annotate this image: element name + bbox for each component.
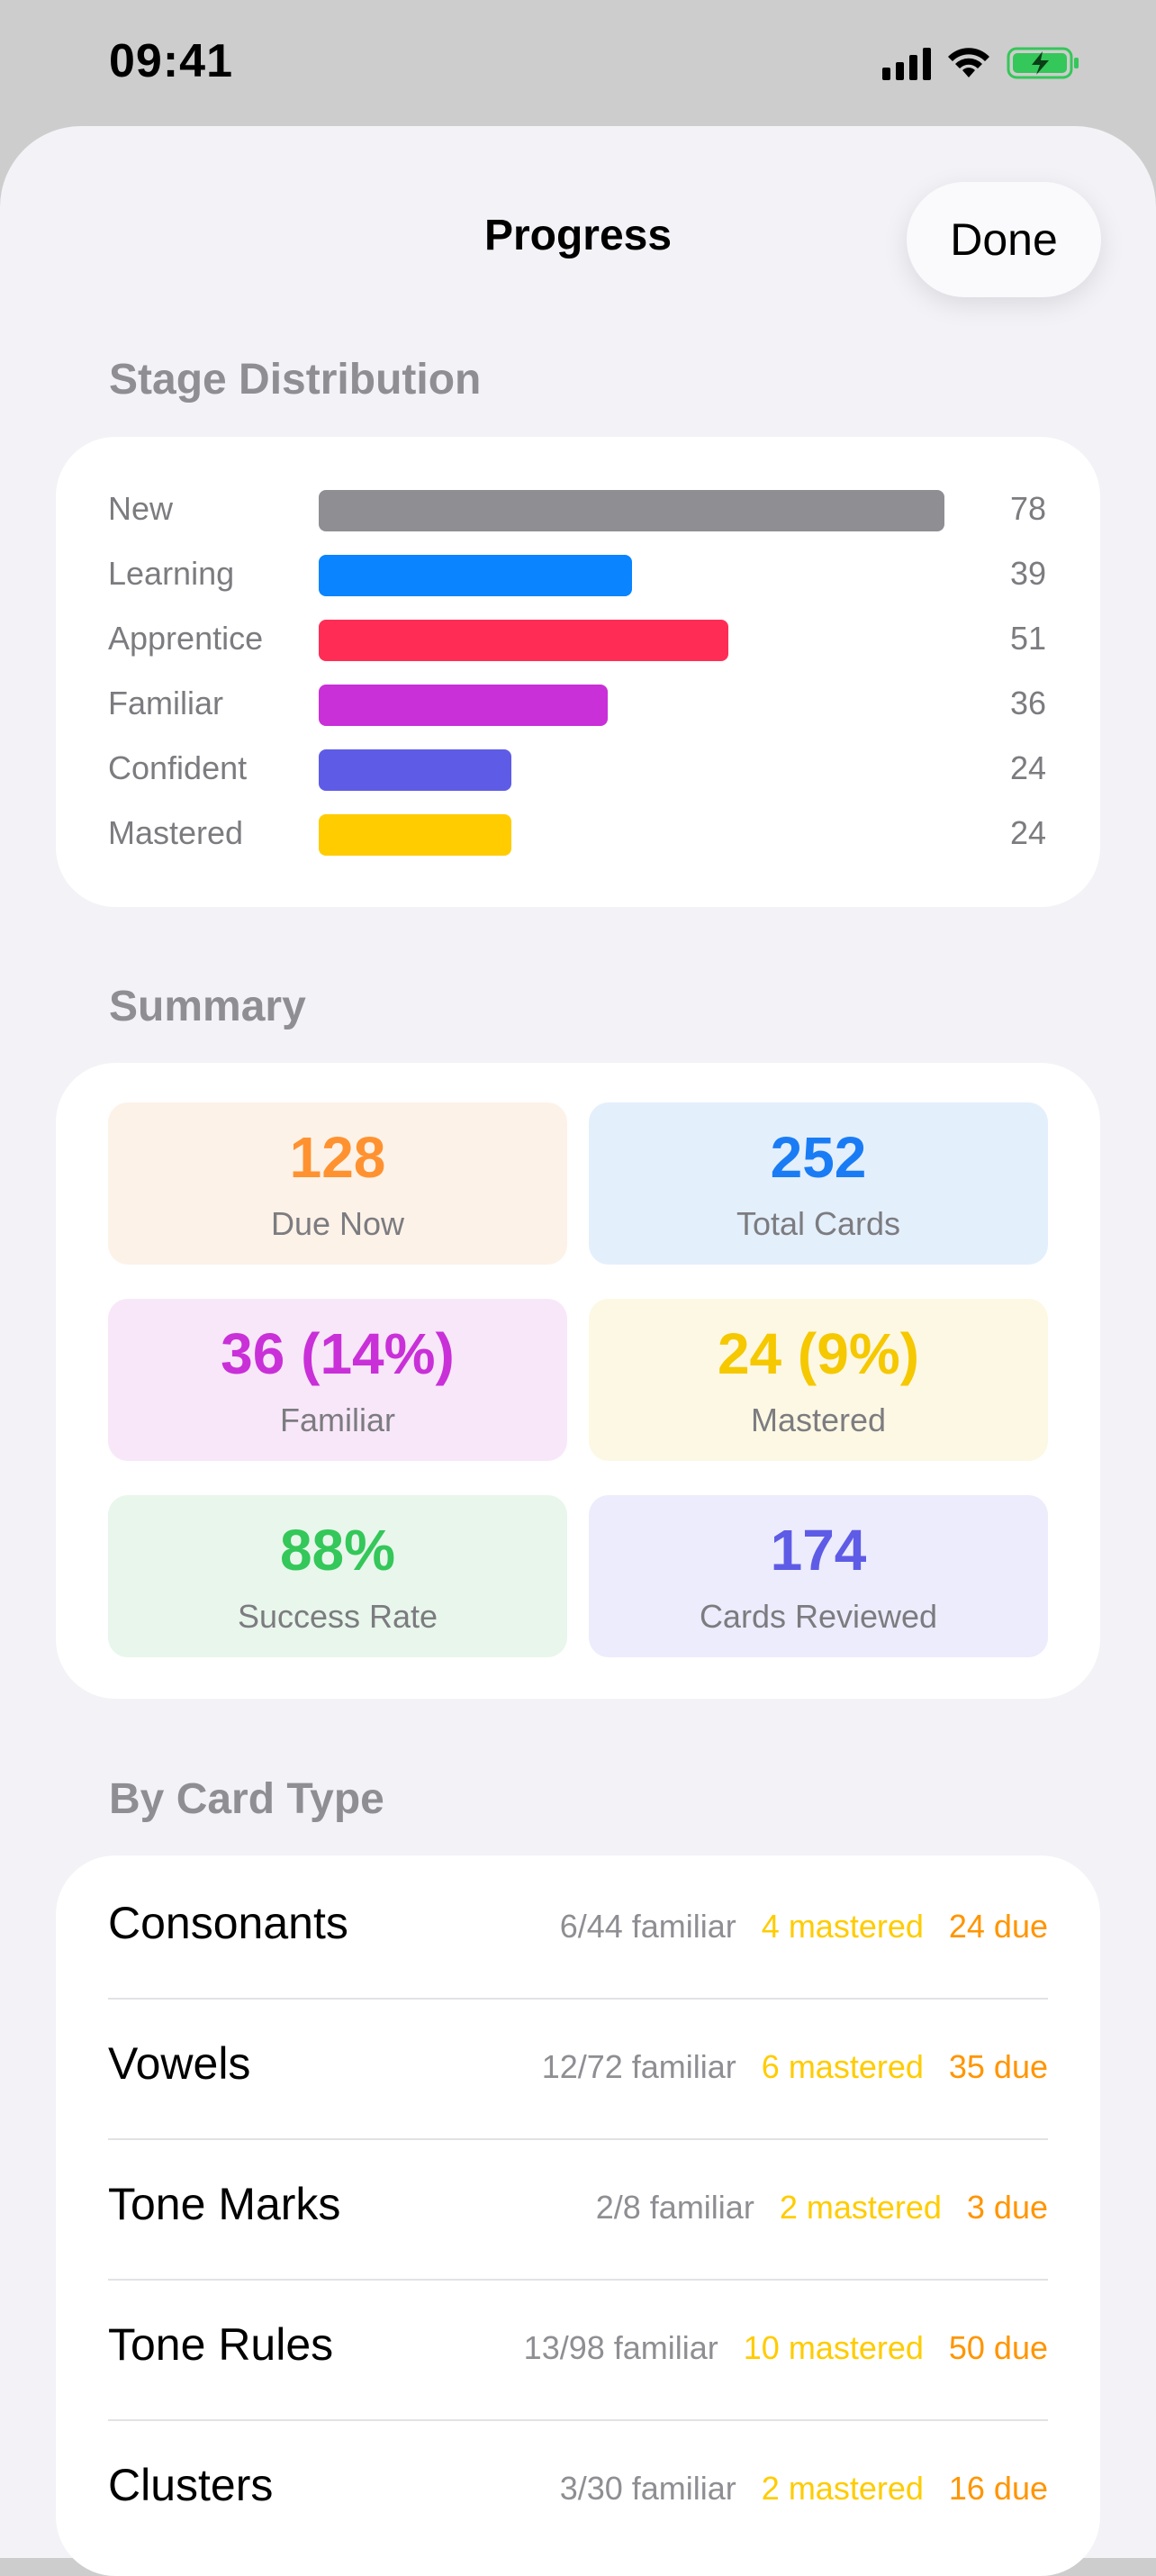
card-type-row[interactable]: Vowels 12/72 familiar 6 mastered 35 due [108, 1998, 1048, 2140]
mastered-count: 6 mastered [761, 2048, 924, 2085]
stage-bar [319, 685, 608, 726]
stage-count: 78 [1009, 490, 1046, 527]
stage-count: 39 [1009, 555, 1046, 592]
card-type-name: Consonants [108, 1898, 348, 1948]
due-count: 24 due [948, 1908, 1048, 1945]
stage-row: Confident 24 [56, 746, 1100, 791]
familiar-count: 2/8 familiar [595, 2189, 754, 2226]
stage-bar [319, 555, 632, 596]
summary-tile: 24 (9%) Mastered [589, 1299, 1048, 1461]
summary-value: 174 [770, 1518, 867, 1583]
mastered-count: 4 mastered [761, 1908, 924, 1945]
stage-bar [319, 749, 511, 791]
due-count: 3 due [966, 2189, 1048, 2226]
due-count: 35 due [948, 2048, 1048, 2085]
card-type-row[interactable]: Tone Marks 2/8 familiar 2 mastered 3 due [108, 2138, 1048, 2281]
familiar-count: 6/44 familiar [559, 1908, 736, 1945]
stage-count: 24 [1009, 749, 1046, 786]
stage-label: New [108, 490, 174, 527]
stage-label: Confident [108, 749, 248, 786]
summary-value: 24 (9%) [717, 1321, 920, 1386]
stage-label: Apprentice [108, 620, 264, 657]
section-header-stage-distribution: Stage Distribution [109, 356, 482, 404]
cellular-signal-icon [882, 46, 931, 80]
stage-label: Learning [108, 555, 235, 592]
stage-count: 36 [1009, 685, 1046, 721]
card-type-stats: 6/44 familiar 4 mastered 24 due [560, 1908, 1048, 1946]
section-header-by-card-type: By Card Type [109, 1775, 384, 1823]
card-type-name: Tone Marks [108, 2179, 341, 2229]
summary-label: Due Now [270, 1205, 405, 1242]
due-count: 50 due [948, 2329, 1048, 2366]
summary-value: 88% [279, 1518, 396, 1583]
stage-row: Learning 39 [56, 551, 1100, 596]
summary-tile: 36 (14%) Familiar [108, 1299, 567, 1461]
card-type-name: Tone Rules [108, 2319, 334, 2370]
card-type-stats: 13/98 familiar 10 mastered 50 due [524, 2329, 1048, 2367]
wifi-icon [948, 48, 989, 77]
summary-tile: 252 Total Cards [589, 1102, 1048, 1265]
stage-row: Apprentice 51 [56, 616, 1100, 661]
stage-bar [319, 620, 728, 661]
familiar-count: 13/98 familiar [523, 2329, 718, 2366]
summary-tile: 128 Due Now [108, 1102, 567, 1265]
summary-label: Cards Reviewed [699, 1598, 938, 1635]
summary-value: 128 [289, 1125, 386, 1190]
summary-tile: 174 Cards Reviewed [589, 1495, 1048, 1657]
card-type-name: Clusters [108, 2460, 274, 2510]
stage-label: Familiar [108, 685, 224, 721]
section-header-summary: Summary [109, 983, 306, 1030]
card-type-row[interactable]: Consonants 6/44 familiar 4 mastered 24 due [108, 1857, 1048, 2000]
stage-row: Familiar 36 [56, 681, 1100, 726]
status-time: 09:41 [109, 35, 233, 87]
stage-bar [319, 814, 511, 856]
stage-label: Mastered [108, 814, 244, 851]
summary-label: Total Cards [736, 1205, 901, 1242]
summary-label: Mastered [750, 1401, 887, 1438]
stage-count: 51 [1009, 620, 1046, 657]
summary-label: Success Rate [237, 1598, 438, 1635]
card-type-stats: 2/8 familiar 2 mastered 3 due [596, 2189, 1048, 2227]
mastered-count: 2 mastered [779, 2189, 942, 2226]
card-type-row[interactable]: Tone Rules 13/98 familiar 10 mastered 50 du… [108, 2279, 1048, 2421]
status-bar: 09:41 [0, 0, 1156, 126]
stage-count: 24 [1009, 814, 1046, 851]
mastered-count: 10 mastered [743, 2329, 924, 2366]
stage-row: New 78 [56, 486, 1100, 531]
summary-label: Familiar [279, 1401, 395, 1438]
card-type-row[interactable]: Clusters 3/30 familiar 2 mastered 16 due [108, 2419, 1048, 2560]
card-type-name: Vowels [108, 2038, 251, 2089]
card-type-stats: 12/72 familiar 6 mastered 35 due [542, 2048, 1048, 2086]
summary-value: 252 [770, 1125, 867, 1190]
battery-charging-icon [1007, 47, 1079, 79]
done-button[interactable]: Done [907, 182, 1101, 297]
status-icons [882, 45, 1080, 81]
summary-value: 36 (14%) [221, 1321, 455, 1386]
stage-bar [319, 490, 944, 531]
summary-tile: 88% Success Rate [108, 1495, 567, 1657]
familiar-count: 12/72 familiar [541, 2048, 736, 2085]
stage-row: Mastered 24 [56, 811, 1100, 856]
